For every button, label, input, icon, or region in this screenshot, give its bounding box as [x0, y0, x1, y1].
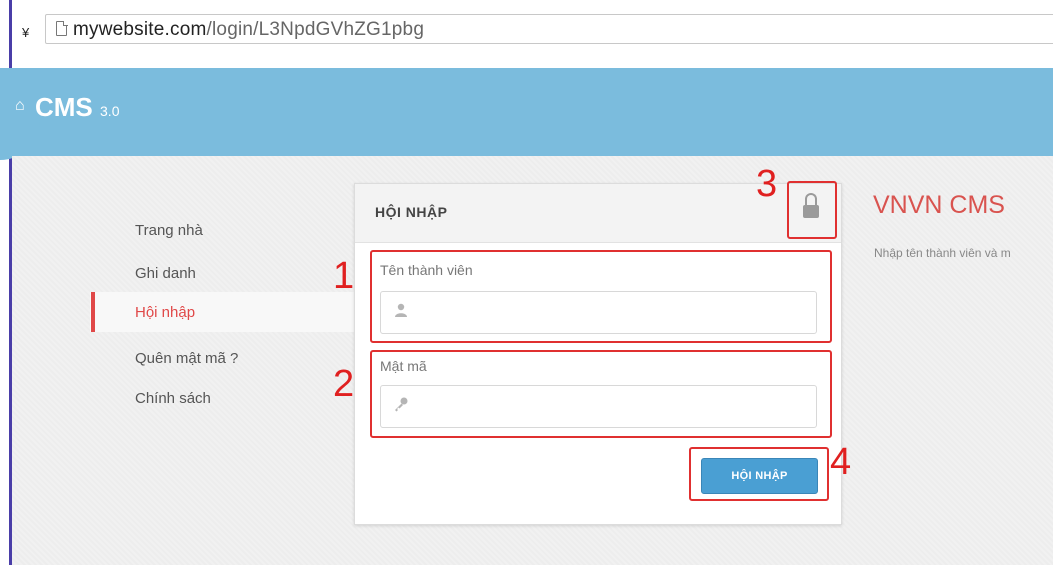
url-path: /login/L3NpdGVhZG1pbg [206, 19, 425, 40]
annotation-box-password [370, 350, 832, 438]
sidebar-item-hoi-nhap[interactable]: Hội nhập [135, 304, 195, 321]
url-text[interactable]: mywebsite.com/login/L3NpdGVhZG1pbg [73, 19, 424, 41]
annotation-number-1: 1 [333, 255, 355, 297]
side-title: VNVN CMS [873, 191, 1005, 219]
login-title: HỘI NHẬP [375, 204, 448, 220]
extension-icon[interactable]: ¥ [22, 25, 29, 40]
sidebar-item-chinh-sach[interactable]: Chính sách [135, 390, 211, 407]
annotation-number-2: 2 [333, 363, 355, 405]
url-domain: mywebsite.com [73, 19, 207, 40]
site-header [12, 68, 1053, 156]
annotation-box-lock [787, 181, 837, 239]
home-icon[interactable]: ⌂ [15, 97, 25, 115]
logo-version: 3.0 [100, 103, 120, 119]
nav-active-background [90, 292, 355, 332]
nav-active-indicator [91, 292, 95, 332]
logo-text: CMS [35, 92, 93, 122]
sidebar-item-quen-mat-ma[interactable]: Quên mật mã ? [135, 350, 238, 367]
sidebar-item-trang-nha[interactable]: Trang nhà [135, 222, 203, 239]
page-icon [56, 20, 68, 36]
annotation-box-username [370, 250, 832, 343]
annotation-box-submit [689, 447, 829, 501]
site-logo[interactable]: CMS 3.0 [35, 92, 119, 123]
browser-address-area: ¥ mywebsite.com/login/L3NpdGVhZG1pbg [12, 0, 1053, 68]
annotation-number-3: 3 [756, 163, 778, 205]
sidebar-item-ghi-danh[interactable]: Ghi danh [135, 265, 196, 282]
address-bar[interactable]: mywebsite.com/login/L3NpdGVhZG1pbg [45, 14, 1053, 44]
annotation-number-4: 4 [830, 441, 852, 483]
side-description: Nhập tên thành viên và m [874, 246, 1011, 260]
